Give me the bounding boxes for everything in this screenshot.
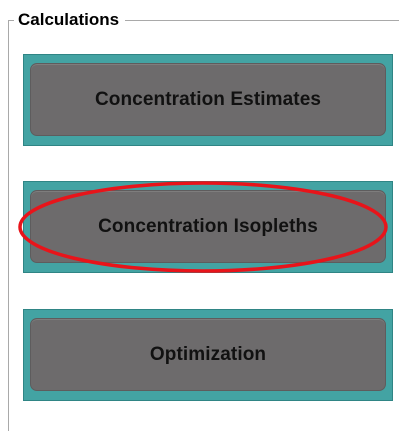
calculations-panel: Calculations Concentration Estimates Con… [0,0,399,431]
concentration-isopleths-frame: Concentration Isopleths [23,181,393,273]
concentration-estimates-button[interactable]: Concentration Estimates [30,63,386,136]
optimization-button[interactable]: Optimization [30,318,386,391]
optimization-frame: Optimization [23,309,393,401]
concentration-estimates-frame: Concentration Estimates [23,54,393,146]
concentration-isopleths-label: Concentration Isopleths [98,215,318,237]
concentration-isopleths-button[interactable]: Concentration Isopleths [30,190,386,263]
concentration-estimates-label: Concentration Estimates [94,88,322,110]
groupbox-title: Calculations [14,9,126,31]
optimization-label: Optimization [149,343,267,365]
